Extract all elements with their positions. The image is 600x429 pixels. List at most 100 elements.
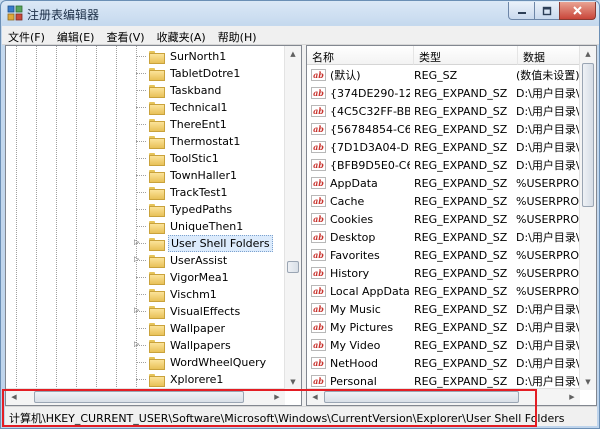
folder-icon xyxy=(149,102,165,115)
list-vertical-scrollbar[interactable]: ▲ ▼ xyxy=(579,46,596,390)
value-data: D:\用户目录\ xyxy=(516,123,580,136)
value-row[interactable]: ab Cookies REG_EXPAND_SZ %USERPROF xyxy=(307,210,584,228)
tree-item[interactable]: Thermostat1 xyxy=(136,133,242,150)
tree-item-label: TownHaller1 xyxy=(170,169,237,182)
list-scroll-thumb[interactable] xyxy=(582,63,594,207)
tree-item[interactable]: ThereEnt1 xyxy=(136,116,229,133)
column-header-type[interactable]: 类型 xyxy=(414,46,518,65)
value-name-cell: ab (默认) xyxy=(307,67,410,83)
value-row[interactable]: ab Desktop REG_EXPAND_SZ D:\用户目录\ xyxy=(307,228,584,246)
value-row[interactable]: ab My Pictures REG_EXPAND_SZ D:\用户目录\ xyxy=(307,318,584,336)
tree-item-label: UserAssist xyxy=(170,254,228,267)
value-row[interactable]: ab (默认) REG_SZ (数值未设置) xyxy=(307,66,584,84)
tree-item[interactable]: Wallpaper xyxy=(136,320,227,337)
tree-item[interactable]: TabletDotre1 xyxy=(136,65,242,82)
value-data: (数值未设置) xyxy=(516,69,580,82)
window-title: 注册表编辑器 xyxy=(27,8,100,22)
title-bar[interactable]: 注册表编辑器 xyxy=(1,1,599,25)
scroll-right-arrow-icon[interactable]: ▶ xyxy=(564,389,580,405)
minimize-icon xyxy=(517,11,526,14)
value-row[interactable]: ab {4C5C32FF-BB... REG_EXPAND_SZ D:\用户目录\ xyxy=(307,102,584,120)
folder-icon xyxy=(149,204,165,217)
tree-connector-line xyxy=(136,73,146,74)
value-name-cell: ab NetHood xyxy=(307,357,410,370)
tree-item[interactable]: TrackTest1 xyxy=(136,184,229,201)
value-row[interactable]: ab {BFB9D5E0-C6... REG_EXPAND_SZ D:\用户目录\ xyxy=(307,156,584,174)
menu-view[interactable]: 查看(V) xyxy=(100,26,150,44)
tree-item[interactable]: ToolStic1 xyxy=(136,150,221,167)
folder-icon xyxy=(149,306,165,319)
folder-icon xyxy=(149,68,165,81)
value-name: Local AppData xyxy=(330,284,410,298)
menu-edit[interactable]: 编辑(E) xyxy=(51,26,101,44)
value-row[interactable]: ab {374DE290-12... REG_EXPAND_SZ D:\用户目录\ xyxy=(307,84,584,102)
value-row[interactable]: ab Cache REG_EXPAND_SZ %USERPROF xyxy=(307,192,584,210)
value-row[interactable]: ab {7D1D3A04-DE... REG_EXPAND_SZ D:\用户目录\ xyxy=(307,138,584,156)
value-row[interactable]: ab {56784854-C6... REG_EXPAND_SZ D:\用户目录\ xyxy=(307,120,584,138)
value-row[interactable]: ab Favorites REG_EXPAND_SZ %USERPROF xyxy=(307,246,584,264)
tree-connector-line xyxy=(136,328,146,329)
maximize-button[interactable] xyxy=(534,2,560,20)
tree-item[interactable]: Technical1 xyxy=(136,99,230,116)
string-value-icon: ab xyxy=(311,87,326,99)
value-type: REG_EXPAND_SZ xyxy=(414,284,508,298)
tree-vertical-scrollbar[interactable]: ▲ ▼ xyxy=(284,46,301,390)
value-data: %USERPROF xyxy=(516,266,584,280)
tree-item[interactable]: TypedPaths xyxy=(136,201,234,218)
value-name: {374DE290-12... xyxy=(330,86,410,100)
tree-guide-line xyxy=(116,46,117,391)
value-row[interactable]: ab My Video REG_EXPAND_SZ D:\用户目录\ xyxy=(307,336,584,354)
registry-tree[interactable]: SurNorth1 TabletDotre1 Taskband Technical1 T… xyxy=(5,45,302,406)
tree-connector-line xyxy=(136,158,146,159)
value-data: D:\用户目录\ xyxy=(516,141,580,154)
tree-item[interactable]: Wallpapers xyxy=(136,337,233,354)
scroll-up-arrow-icon[interactable]: ▲ xyxy=(580,46,596,62)
value-row[interactable]: ab Local AppData REG_EXPAND_SZ %USERPROF xyxy=(307,282,584,300)
folder-icon xyxy=(149,153,165,166)
tree-item-label: Thermostat1 xyxy=(170,135,241,148)
tree-item[interactable]: SurNorth1 xyxy=(136,48,228,65)
value-data: D:\用户目录\ xyxy=(516,339,580,352)
tree-item[interactable]: UniqueThen1 xyxy=(136,218,245,235)
value-name-cell: ab My Pictures xyxy=(307,321,410,334)
tree-item[interactable]: UserAssist xyxy=(136,252,229,269)
tree-connector-line xyxy=(136,345,146,346)
column-header-data[interactable]: 数据 xyxy=(518,46,581,65)
scroll-up-arrow-icon[interactable]: ▲ xyxy=(285,46,301,62)
scroll-down-arrow-icon[interactable]: ▼ xyxy=(285,374,301,390)
menu-favorites[interactable]: 收藏夹(A) xyxy=(151,26,212,44)
tree-connector-line xyxy=(136,107,146,108)
close-button[interactable] xyxy=(559,2,596,20)
tree-item[interactable]: TownHaller1 xyxy=(136,167,239,184)
tree-scroll-thumb[interactable] xyxy=(287,261,299,273)
string-value-icon: ab xyxy=(311,285,326,297)
scroll-down-arrow-icon[interactable]: ▼ xyxy=(580,374,596,390)
tree-item[interactable]: VigorMea1 xyxy=(136,269,231,286)
string-value-icon: ab xyxy=(311,159,326,171)
tree-item[interactable]: Xplorere1 xyxy=(136,371,225,388)
tree-item[interactable]: User Shell Folders xyxy=(136,235,273,252)
tree-connector-line xyxy=(136,209,146,210)
tree-item[interactable]: Vischm1 xyxy=(136,286,219,303)
string-value-icon: ab xyxy=(311,195,326,207)
minimize-button[interactable] xyxy=(508,2,535,20)
value-row[interactable]: ab AppData REG_EXPAND_SZ %USERPROF xyxy=(307,174,584,192)
column-header-name[interactable]: 名称 xyxy=(307,46,414,65)
value-type: REG_SZ xyxy=(414,68,458,82)
folder-icon xyxy=(149,323,165,336)
menu-file[interactable]: 文件(F) xyxy=(2,26,51,44)
menu-help[interactable]: 帮助(H) xyxy=(212,26,263,44)
list-header: 名称 类型 数据 xyxy=(307,46,581,65)
tree-item-label: VisualEffects xyxy=(170,305,241,318)
value-row[interactable]: ab History REG_EXPAND_SZ %USERPROF xyxy=(307,264,584,282)
tree-item[interactable]: VisualEffects xyxy=(136,303,242,320)
tree-item[interactable]: Taskband xyxy=(136,82,223,99)
value-row[interactable]: ab My Music REG_EXPAND_SZ D:\用户目录\ xyxy=(307,300,584,318)
value-name: Personal xyxy=(330,374,377,388)
value-row[interactable]: ab NetHood REG_EXPAND_SZ D:\用户目录\ xyxy=(307,354,584,372)
folder-icon xyxy=(149,340,165,353)
tree-item[interactable]: WordWheelQuery xyxy=(136,354,268,371)
values-list[interactable]: 名称 类型 数据 ab (默认) REG_SZ (数值未设置) ab {374DE290-… xyxy=(306,45,597,406)
value-name-cell: ab History xyxy=(307,267,410,280)
value-type: REG_EXPAND_SZ xyxy=(414,176,508,190)
